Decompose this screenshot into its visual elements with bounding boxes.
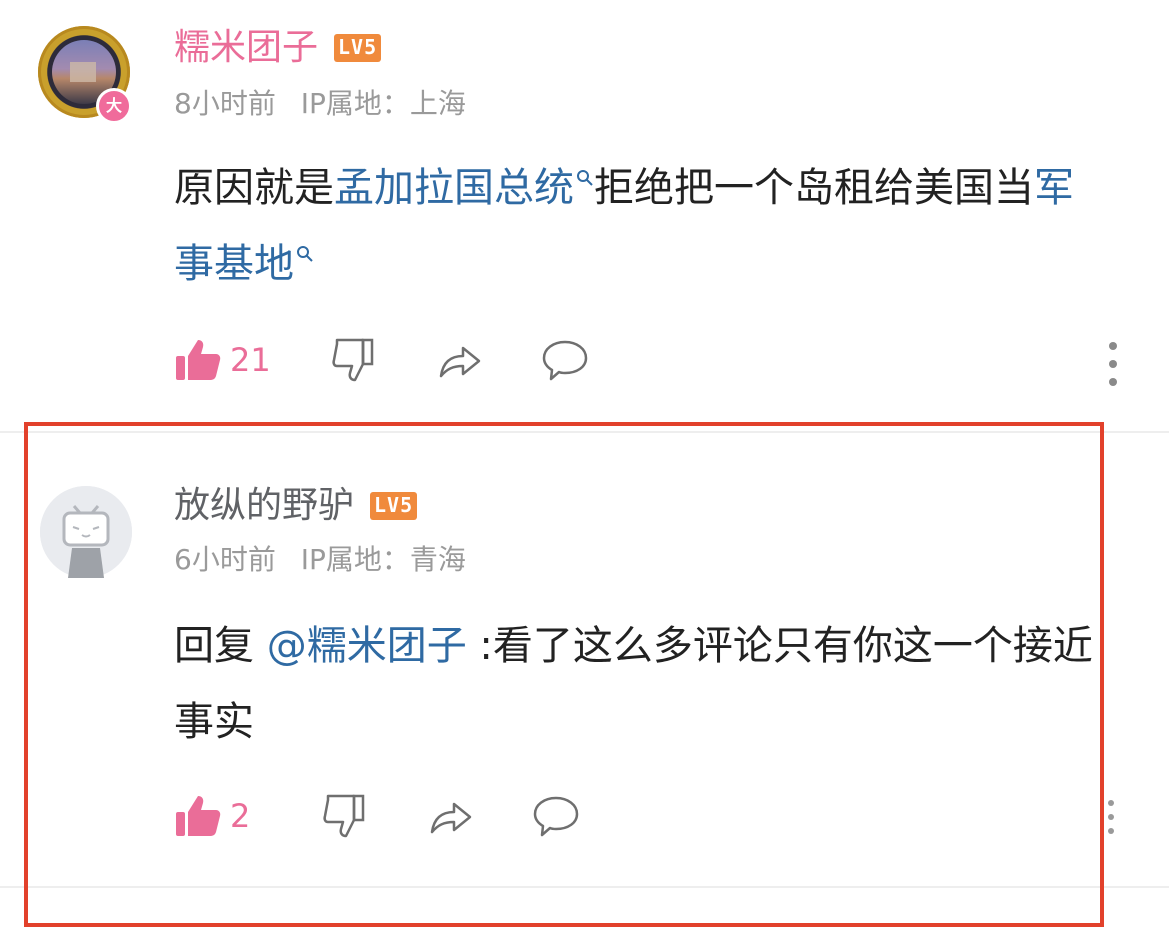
comment-time: 6小时前	[174, 543, 276, 576]
ip-location: IP属地：上海	[300, 87, 466, 120]
comment-item: 放纵的野驴 LV5 6小时前 IP属地：青海 回复 @糯米团子 :看了这么多评论…	[0, 432, 1169, 890]
level-badge: LV5	[334, 34, 382, 62]
comment-meta: 8小时前 IP属地：上海	[174, 86, 466, 122]
comment-text: 原因就是孟加拉国总统 拒绝把一个岛租给美国当军事基地	[174, 150, 1094, 302]
comment-actions: 2	[174, 792, 580, 840]
avatar[interactable]: 大	[38, 26, 132, 124]
search-icon	[297, 245, 313, 262]
avatar[interactable]	[40, 486, 132, 578]
divider	[0, 886, 1169, 888]
like-count: 21	[230, 341, 271, 379]
more-icon[interactable]	[1108, 800, 1118, 834]
share-icon[interactable]	[435, 336, 483, 384]
like-button[interactable]: 21	[174, 336, 271, 384]
comment-item: 大 糯米团子 LV5 8小时前 IP属地：上海 原因就是孟加拉国总统 拒绝把一个岛…	[0, 0, 1169, 432]
username[interactable]: 放纵的野驴	[174, 482, 354, 530]
comment-header: 糯米团子 LV5	[174, 24, 382, 72]
comment-actions: 21	[174, 336, 589, 384]
thumbs-down-icon[interactable]	[320, 792, 368, 840]
like-count: 2	[230, 797, 251, 835]
comment-header: 放纵的野驴 LV5	[174, 482, 418, 530]
comment-meta: 6小时前 IP属地：青海	[174, 542, 466, 578]
share-icon[interactable]	[426, 792, 474, 840]
reply-icon[interactable]	[541, 336, 589, 384]
mention-link[interactable]: @糯米团子	[267, 623, 467, 669]
search-icon	[577, 169, 593, 186]
more-icon[interactable]	[1107, 342, 1119, 386]
vip-badge: 大	[96, 88, 132, 124]
level-badge: LV5	[370, 492, 418, 520]
reply-icon[interactable]	[532, 792, 580, 840]
comment-text: 回复 @糯米团子 :看了这么多评论只有你这一个接近事实	[174, 608, 1094, 760]
reply-prefix: 回复	[174, 623, 267, 669]
thumbs-up-icon	[176, 340, 221, 380]
default-avatar-icon	[40, 486, 132, 578]
username[interactable]: 糯米团子	[174, 24, 318, 72]
like-button[interactable]: 2	[174, 792, 250, 840]
ip-location: IP属地：青海	[300, 543, 466, 576]
comment-time: 8小时前	[174, 87, 276, 120]
text-segment: 拒绝把一个岛租给美国当	[594, 165, 1034, 211]
thumbs-up-icon	[176, 796, 221, 836]
search-link[interactable]: 孟加拉国总统	[334, 165, 594, 211]
thumbs-down-icon[interactable]	[329, 336, 377, 384]
text-segment: 原因就是	[174, 165, 334, 211]
